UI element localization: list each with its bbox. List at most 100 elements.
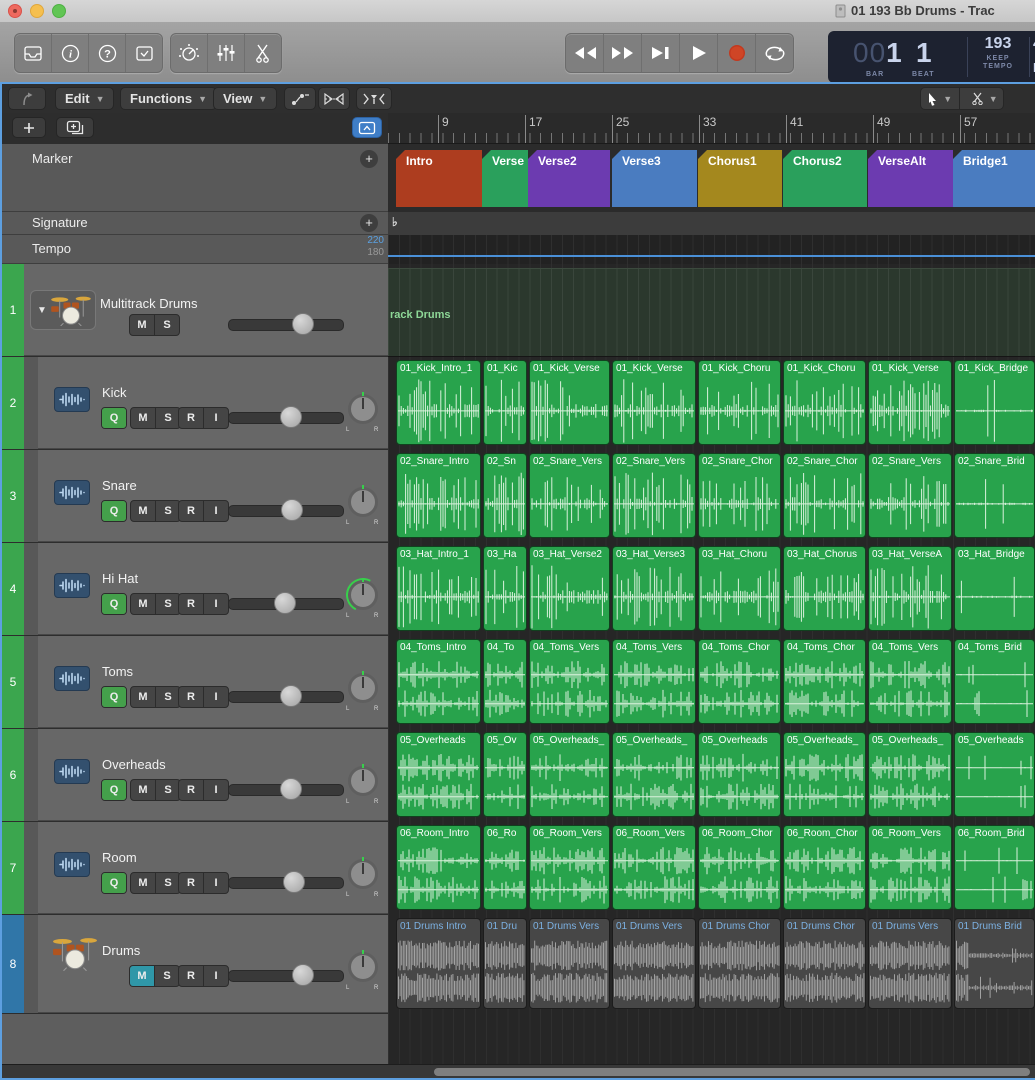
functions-menu[interactable]: Functions▼ (120, 87, 217, 110)
audio-region[interactable]: 03_Hat_Chorus (783, 546, 866, 631)
tempo-curve[interactable] (388, 255, 1035, 257)
audio-region[interactable]: 01 Drums Brid (954, 918, 1035, 1009)
audio-region[interactable]: 04_Toms_Vers (868, 639, 952, 724)
audio-region[interactable]: 01_Kick_Choru (783, 360, 866, 445)
solo-button[interactable]: S (155, 966, 179, 986)
fullscreen-button[interactable] (52, 4, 66, 18)
command-click-tool-menu[interactable]: ▼ (966, 87, 1004, 110)
record-enable-button[interactable]: R (179, 966, 204, 986)
help-button[interactable]: ? (89, 34, 126, 72)
audio-region[interactable]: 04_To (483, 639, 527, 724)
cycle-button[interactable] (756, 34, 793, 72)
pan-knob[interactable] (348, 859, 378, 889)
audio-region[interactable]: 01 Drums Intro (396, 918, 481, 1009)
solo-button[interactable]: S (156, 780, 180, 800)
marker-intro[interactable]: Intro (396, 150, 482, 207)
audio-region[interactable]: 05_Overheads_ (868, 732, 952, 817)
list-editors-button[interactable] (126, 34, 162, 72)
duplicate-track-button[interactable] (56, 117, 94, 138)
track-name[interactable]: Multitrack Drums (100, 296, 198, 311)
audio-region[interactable]: 01_Kick_Verse (529, 360, 610, 445)
mute-button[interactable]: M (131, 594, 156, 614)
left-click-tool-menu[interactable]: ▼ (921, 87, 960, 110)
volume-slider-thumb[interactable] (292, 964, 314, 986)
edit-menu[interactable]: Edit▼ (55, 87, 114, 110)
audio-region[interactable]: 01 Drums Vers (529, 918, 610, 1009)
view-menu[interactable]: View▼ (213, 87, 277, 110)
smart-controls-button[interactable] (171, 34, 208, 72)
tempo-track-header[interactable]: Tempo 220 180 (2, 235, 388, 264)
input-monitor-button[interactable]: I (204, 594, 228, 614)
disclosure-triangle-icon[interactable]: ▼ (37, 305, 47, 316)
quick-help-button[interactable]: i (52, 34, 89, 72)
play-button[interactable] (680, 34, 718, 72)
marker-verse2[interactable]: Verse2 (528, 150, 610, 207)
audio-region[interactable]: 05_Overheads (954, 732, 1035, 817)
horizontal-scrollbar[interactable] (2, 1064, 1035, 1079)
track-name[interactable]: Drums (102, 943, 140, 958)
quantize-button[interactable]: Q (102, 594, 126, 614)
volume-slider-thumb[interactable] (281, 499, 303, 521)
audio-region[interactable]: 01_Kick_Verse (868, 360, 952, 445)
audio-region[interactable]: 02_Snare_Chor (698, 453, 781, 538)
input-monitor-button[interactable]: I (204, 873, 228, 893)
audio-region[interactable]: 01_Kick_Choru (698, 360, 781, 445)
marker-verse[interactable]: Verse (482, 150, 528, 207)
folder-region[interactable]: rack Drums (388, 268, 1035, 357)
volume-slider[interactable] (228, 319, 344, 331)
audio-region[interactable]: 02_Snare_Vers (868, 453, 952, 538)
solo-button[interactable]: S (156, 408, 180, 428)
marker-chorus2[interactable]: Chorus2 (783, 150, 867, 207)
audio-region[interactable]: 05_Ov (483, 732, 527, 817)
record-enable-button[interactable]: R (179, 687, 204, 707)
record-enable-button[interactable]: R (179, 501, 204, 521)
audio-region[interactable]: 01 Drums Chor (698, 918, 781, 1009)
audio-region[interactable]: 06_Room_Brid (954, 825, 1035, 910)
audio-region[interactable]: 03_Hat_VerseA (868, 546, 952, 631)
volume-slider-thumb[interactable] (274, 592, 296, 614)
mute-button[interactable]: M (130, 966, 155, 986)
audio-region[interactable]: 06_Room_Chor (783, 825, 866, 910)
track-name[interactable]: Toms (102, 664, 133, 679)
volume-slider-thumb[interactable] (283, 871, 305, 893)
bar-ruler[interactable]: 9172533414957 (388, 113, 1035, 144)
audio-region[interactable]: 01_Kick_Verse (612, 360, 696, 445)
audio-region[interactable]: 06_Room_Intro (396, 825, 481, 910)
track-header-drums[interactable]: DrumsMSRI LR (38, 915, 388, 1013)
audio-region[interactable]: 02_Snare_Vers (529, 453, 610, 538)
audio-region[interactable]: 01_Kic (483, 360, 527, 445)
pan-knob[interactable] (348, 394, 378, 424)
track-name[interactable]: Room (102, 850, 137, 865)
track-header-hi-hat[interactable]: Hi HatQMSRI LR (38, 543, 388, 635)
volume-slider[interactable] (228, 970, 344, 982)
record-enable-button[interactable]: R (179, 594, 204, 614)
horizontal-scrollbar-thumb[interactable] (434, 1068, 1030, 1076)
pan-knob[interactable] (348, 487, 378, 517)
marker-track-header[interactable]: Marker + (2, 144, 388, 212)
audio-region[interactable]: 01 Drums Chor (783, 918, 866, 1009)
audio-region[interactable]: 04_Toms_Chor (698, 639, 781, 724)
track-header-kick[interactable]: KickQMSRI LR (38, 357, 388, 449)
minimize-button[interactable] (30, 4, 44, 18)
input-monitor-button[interactable]: I (204, 687, 228, 707)
audio-region[interactable]: 05_Overheads (698, 732, 781, 817)
audio-region[interactable]: 06_Room_Vers (612, 825, 696, 910)
track-name[interactable]: Kick (102, 385, 127, 400)
track-header-overheads[interactable]: OverheadsQMSRI LR (38, 729, 388, 821)
record-enable-button[interactable]: R (179, 873, 204, 893)
audio-region[interactable]: 05_Overheads_ (783, 732, 866, 817)
lcd-display[interactable]: 001 1 BAR BEAT 193 KEEP TEMPO 4 B♭ (828, 31, 1035, 83)
audio-region[interactable]: 04_Toms_Brid (954, 639, 1035, 724)
disclosure-and-icon-box[interactable]: ▼ (30, 290, 96, 330)
input-monitor-button[interactable]: I (204, 408, 228, 428)
volume-slider-thumb[interactable] (280, 406, 302, 428)
quantize-button[interactable]: Q (102, 780, 126, 800)
track-header-snare[interactable]: SnareQMSRI LR (38, 450, 388, 542)
audio-region[interactable]: 02_Sn (483, 453, 527, 538)
track-header-multitrack-drums[interactable]: ▼ Multitrack DrumsMS (24, 264, 388, 356)
input-monitor-button[interactable]: I (204, 966, 228, 986)
marker-verse3[interactable]: Verse3 (612, 150, 697, 207)
quantize-button[interactable]: Q (102, 408, 126, 428)
pan-knob[interactable] (348, 673, 378, 703)
solo-button[interactable]: S (156, 873, 180, 893)
